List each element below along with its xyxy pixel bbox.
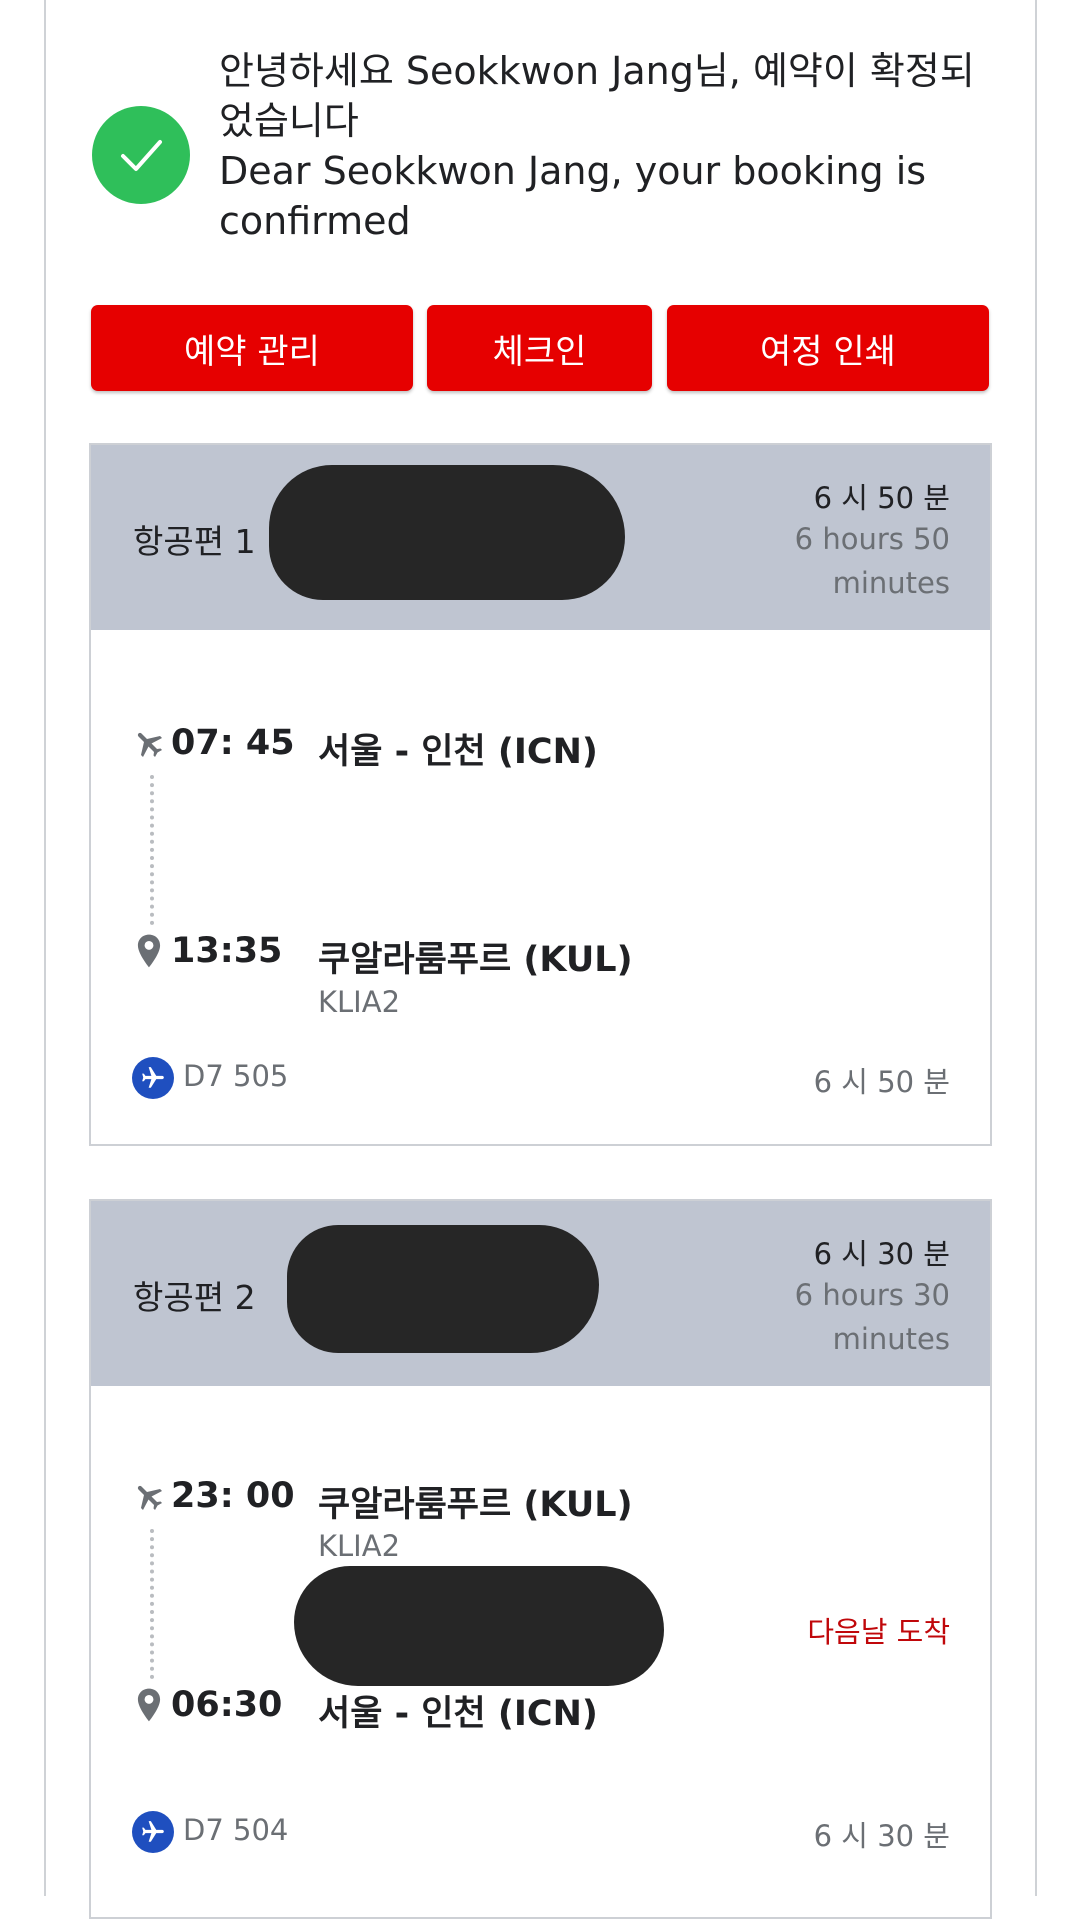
route-line: [150, 775, 154, 925]
departure-airport: 쿠알라룸푸르 (KUL): [318, 1485, 633, 1525]
confirmation-message: 안녕하세요 Seokkwon Jang님, 예약이 확정되었습니다 Dear S…: [219, 46, 1009, 246]
arrival-time: 06:30: [171, 1685, 283, 1725]
greeting-english: Dear Seokkwon Jang, your booking is conf…: [219, 149, 927, 243]
flight-number: D7 505: [183, 1059, 289, 1093]
flight-card-1: 항공편 1 6 시 50 분 6 hours 50 minutes 07: 45…: [89, 443, 992, 1146]
greeting-korean: 안녕하세요 Seokkwon Jang님, 예약이 확정되었습니다: [219, 49, 975, 143]
total-duration-english: 6 hours 30 minutes: [794, 1278, 950, 1356]
manage-booking-button[interactable]: 예약 관리: [91, 305, 413, 391]
redacted-area: [269, 465, 625, 600]
departure-airport: 서울 - 인천 (ICN): [318, 732, 598, 772]
departure-terminal: KLIA2: [318, 1529, 401, 1563]
check-icon: [92, 106, 190, 204]
booking-confirmation-header: 안녕하세요 Seokkwon Jang님, 예약이 확정되었습니다 Dear S…: [92, 46, 1012, 256]
redacted-area: [287, 1225, 599, 1353]
segment-duration: 6 시 30 분: [813, 1819, 950, 1853]
airline-logo-icon: [132, 1811, 174, 1853]
redacted-area: [294, 1566, 664, 1686]
airline-logo-icon: [132, 1057, 174, 1099]
check-in-button[interactable]: 체크인: [427, 305, 652, 391]
arrival-time: 13:35: [171, 931, 283, 971]
flight-title: 항공편 2: [133, 1278, 256, 1317]
segment-duration: 6 시 50 분: [813, 1065, 950, 1099]
plane-departure-icon: [131, 1478, 167, 1514]
total-duration-korean: 6 시 50 분: [813, 481, 950, 515]
arrival-airport: 서울 - 인천 (ICN): [318, 1694, 598, 1734]
flight-card-2: 항공편 2 6 시 30 분 6 hours 30 minutes 23: 00…: [89, 1199, 992, 1919]
arrival-airport: 쿠알라룸푸르 (KUL): [318, 940, 633, 980]
departure-time: 23: 00: [171, 1476, 295, 1516]
route-line: [150, 1529, 154, 1679]
total-duration-english: 6 hours 50 minutes: [794, 522, 950, 600]
total-duration-korean: 6 시 30 분: [813, 1237, 950, 1271]
location-pin-icon: [133, 1687, 165, 1723]
flight-card-header: 항공편 1 6 시 50 분 6 hours 50 minutes: [91, 445, 990, 630]
departure-time: 07: 45: [171, 723, 295, 763]
flight-card-header: 항공편 2 6 시 30 분 6 hours 30 minutes: [91, 1201, 990, 1386]
arrival-terminal: KLIA2: [318, 985, 401, 1019]
location-pin-icon: [133, 933, 165, 969]
plane-departure-icon: [131, 725, 167, 761]
next-day-arrival-note: 다음날 도착: [807, 1615, 950, 1649]
flight-title: 항공편 1: [133, 522, 256, 561]
print-itinerary-button[interactable]: 여정 인쇄: [667, 305, 989, 391]
flight-number: D7 504: [183, 1813, 289, 1847]
